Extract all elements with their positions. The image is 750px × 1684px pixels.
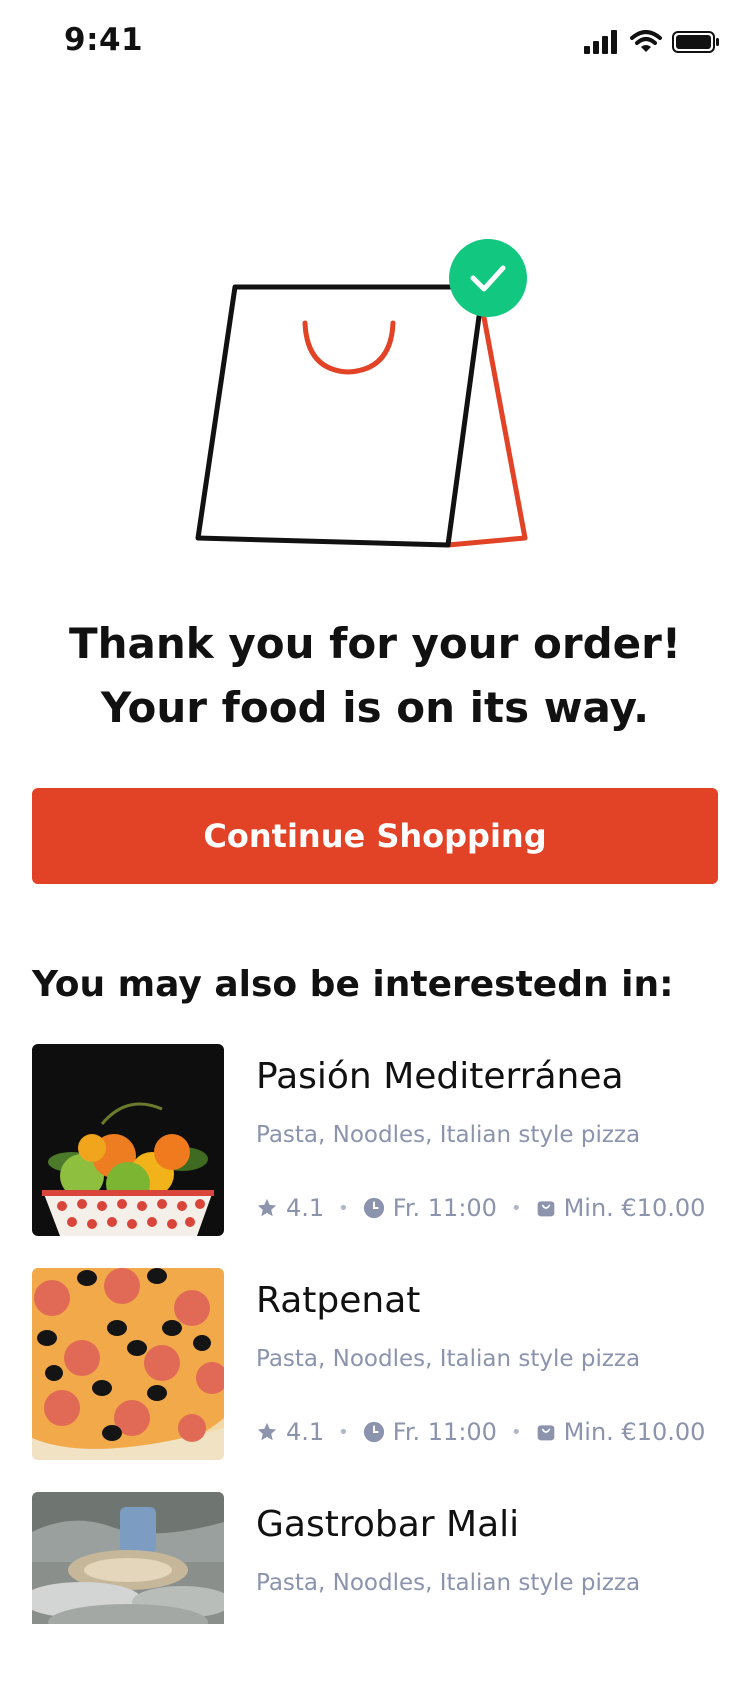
meta-separator: • [510,1197,522,1219]
restaurant-cuisine: Pasta, Noodles, Italian style pizza [256,1346,641,1372]
restaurant-card[interactable]: Gastrobar Mali Pasta, Noodles, Italian s… [32,1492,722,1684]
street-food-image [32,1492,224,1624]
restaurant-hours: Fr. 11:00 [392,1194,497,1222]
wifi-icon [630,30,662,52]
status-time: 9:41 [64,22,144,58]
cellular-signal-icon [584,30,617,54]
restaurant-name: Ratpenat [256,1280,421,1321]
shopping-bag-small-icon [536,1422,556,1442]
restaurant-image [32,1268,224,1460]
restaurant-image [32,1044,224,1236]
restaurant-card[interactable]: Ratpenat Pasta, Noodles, Italian style p… [32,1268,722,1460]
order-confirmation-message: Thank you for your order! Your food is o… [68,619,681,732]
order-confirmation-illustration [0,230,750,590]
clock-icon [363,1197,385,1219]
star-icon [256,1197,278,1219]
restaurant-meta: 4.1 • Fr. 11:00 • Min. €10.00 [256,1418,705,1446]
status-icons [584,30,720,54]
check-badge-icon [449,239,527,317]
restaurant-cuisine: Pasta, Noodles, Italian style pizza [256,1122,641,1148]
restaurant-card[interactable]: Pasión Mediterránea Pasta, Noodles, Ital… [32,1044,722,1236]
shopping-bag-icon [195,239,528,548]
restaurant-min-order: Min. €10.00 [563,1194,706,1222]
restaurant-rating: 4.1 [286,1418,325,1446]
recommendations-title: You may also be interestedn in: [32,964,674,1005]
battery-icon [672,31,719,53]
continue-shopping-button[interactable]: Continue Shopping [32,788,718,884]
status-bar: 9:41 [0,0,750,90]
restaurant-image [32,1492,224,1624]
star-icon [256,1421,278,1443]
shopping-bag-small-icon [536,1198,556,1218]
restaurant-name: Pasión Mediterránea [256,1056,624,1097]
restaurant-name: Gastrobar Mali [256,1504,520,1545]
pizza-image [32,1268,224,1460]
restaurant-cuisine: Pasta, Noodles, Italian style pizza [256,1570,641,1596]
meta-separator: • [338,1421,349,1443]
restaurant-meta: 4.1 • Fr. 11:00 • Min. €10.00 [256,1194,705,1222]
fruit-bowl-image [32,1044,224,1236]
restaurant-rating: 4.1 [286,1194,325,1222]
meta-separator: • [338,1197,349,1219]
restaurant-hours: Fr. 11:00 [392,1418,497,1446]
meta-separator: • [510,1421,522,1443]
clock-icon [363,1421,385,1443]
restaurant-min-order: Min. €10.00 [563,1418,706,1446]
